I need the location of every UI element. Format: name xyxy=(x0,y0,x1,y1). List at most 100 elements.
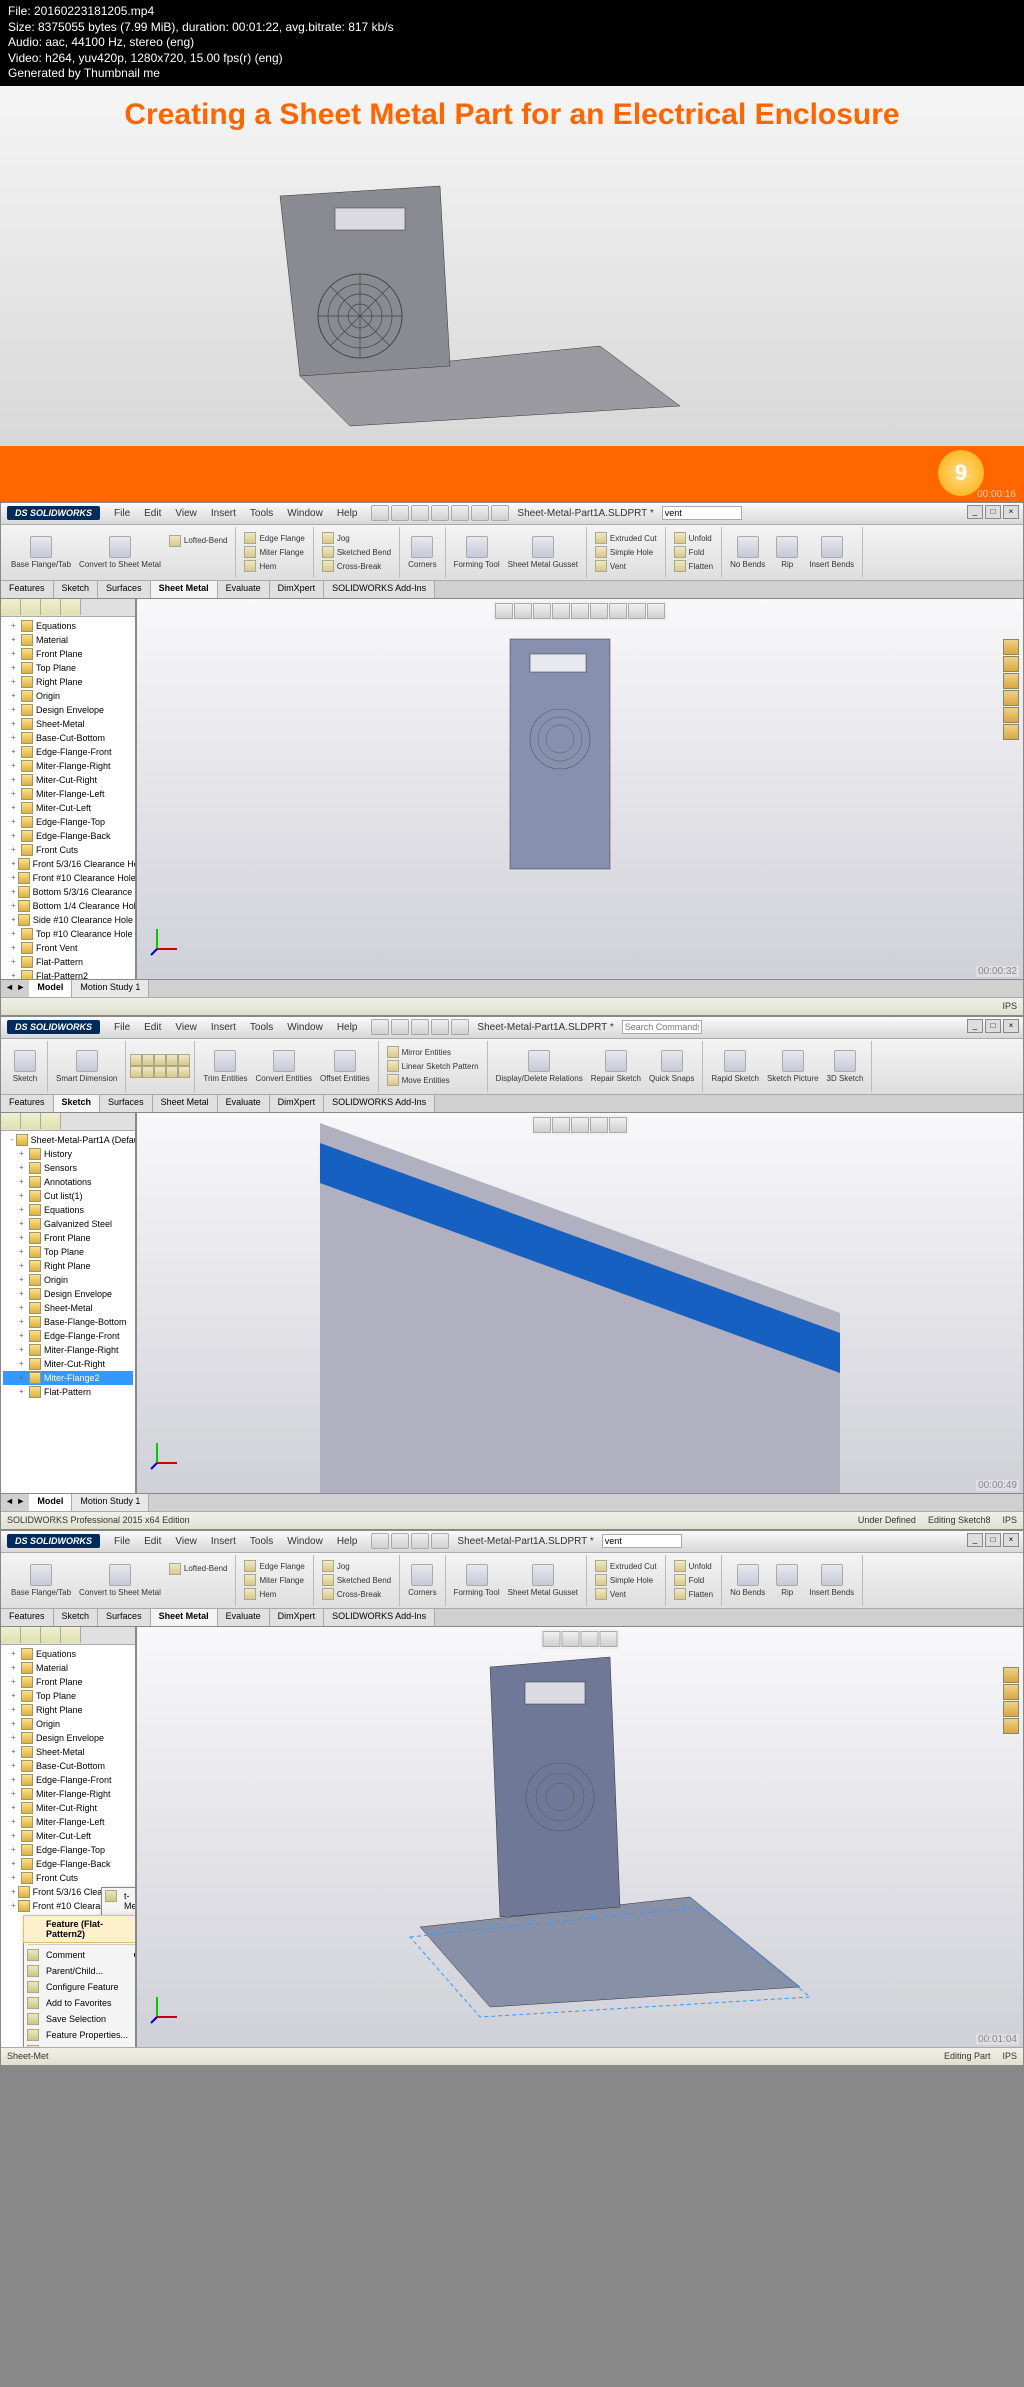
menu-help[interactable]: Help xyxy=(331,1020,364,1035)
hem-button[interactable]: Hem xyxy=(240,559,308,573)
vent-button[interactable]: Vent xyxy=(591,559,661,573)
base-flange-button[interactable]: Base Flange/Tab xyxy=(7,534,75,571)
scene-icon[interactable] xyxy=(647,603,665,619)
tree-item[interactable]: +Front Vent xyxy=(3,941,133,955)
convert-sheetmetal-button[interactable]: Convert to Sheet Metal xyxy=(75,1562,165,1599)
edge-flange-button[interactable]: Edge Flange xyxy=(240,531,308,545)
display-style-icon[interactable] xyxy=(590,1117,608,1133)
task-pane[interactable] xyxy=(1003,1667,1021,1734)
quick-snaps-button[interactable]: Quick Snaps xyxy=(645,1048,698,1085)
qat-rebuild-icon[interactable] xyxy=(471,505,489,521)
tree-tab-display-icon[interactable] xyxy=(61,599,81,615)
cmdtab-evaluate[interactable]: Evaluate xyxy=(218,1095,270,1112)
qat-new-icon[interactable] xyxy=(371,505,389,521)
menu-edit[interactable]: Edit xyxy=(138,1534,167,1549)
ctx-comment[interactable]: Comment▸ xyxy=(24,1947,137,1963)
tree-item[interactable]: +Top Plane xyxy=(3,1245,133,1259)
insert-bends-button[interactable]: Insert Bends xyxy=(805,534,858,571)
tree-item[interactable]: +Front 5/3/16 Clearance Hole xyxy=(3,857,133,871)
viewport-1[interactable]: 00:00:32 xyxy=(137,599,1023,979)
search-input[interactable] xyxy=(622,1020,702,1034)
base-flange-button[interactable]: Base Flange/Tab xyxy=(7,1562,75,1599)
tree-item[interactable]: +Miter-Flange-Right xyxy=(3,1787,133,1801)
fillet-icon[interactable] xyxy=(154,1066,166,1078)
tree-item[interactable]: +Miter-Flange-Right xyxy=(3,1343,133,1357)
sketch-button[interactable]: Sketch xyxy=(7,1048,43,1085)
minimize-button[interactable]: _ xyxy=(967,1533,983,1547)
qat-save-icon[interactable] xyxy=(411,1533,429,1549)
tree-item[interactable]: +Design Envelope xyxy=(3,703,133,717)
minimize-button[interactable]: _ xyxy=(967,1019,983,1033)
cmdtab-sketch[interactable]: Sketch xyxy=(54,1095,101,1112)
cmdtab-solidworks-add-ins[interactable]: SOLIDWORKS Add-Ins xyxy=(324,1609,435,1626)
qat-save-icon[interactable] xyxy=(411,1019,429,1035)
tree-item[interactable]: +Miter-Flange-Left xyxy=(3,1815,133,1829)
tree-item[interactable]: +Base-Cut-Bottom xyxy=(3,1759,133,1773)
feature-tree-3[interactable]: +Equations+Material +Front Plane+Top Pla… xyxy=(1,1627,137,2047)
main-menu[interactable]: FileEditViewInsertToolsWindowHelp xyxy=(108,1534,363,1549)
view-toolbar[interactable] xyxy=(531,1115,629,1135)
file-explorer-icon[interactable] xyxy=(1003,673,1019,689)
menu-file[interactable]: File xyxy=(108,1534,136,1549)
menu-view[interactable]: View xyxy=(169,1534,203,1549)
flatten-button[interactable]: Flatten xyxy=(670,1587,717,1601)
qat-print-icon[interactable] xyxy=(431,505,449,521)
main-menu[interactable]: FileEditViewInsertToolsWindowHelp xyxy=(108,1020,363,1035)
fold-button[interactable]: Fold xyxy=(670,545,717,559)
tree-item[interactable]: +Front Plane xyxy=(3,1231,133,1245)
extruded-cut-button[interactable]: Extruded Cut xyxy=(591,531,661,545)
cmdtab-surfaces[interactable]: Surfaces xyxy=(98,1609,151,1626)
convert-sheetmetal-button[interactable]: Convert to Sheet Metal xyxy=(75,534,165,571)
tree-item[interactable]: +Galvanized Steel xyxy=(3,1217,133,1231)
hem-button[interactable]: Hem xyxy=(240,1587,308,1601)
rip-button[interactable]: Rip xyxy=(769,534,805,571)
miter-flange-button[interactable]: Miter Flange xyxy=(240,1573,308,1587)
appearance-icon[interactable] xyxy=(628,603,646,619)
tree-tab-feature-icon[interactable] xyxy=(1,1627,21,1643)
main-menu[interactable]: FileEditViewInsertToolsWindowHelp xyxy=(108,506,363,521)
menu-tools[interactable]: Tools xyxy=(244,1020,279,1035)
menu-insert[interactable]: Insert xyxy=(205,1534,242,1549)
point-icon[interactable] xyxy=(178,1066,190,1078)
bottab-model[interactable]: Model xyxy=(29,1494,72,1511)
tree-item[interactable]: +Miter-Flange-Right xyxy=(3,759,133,773)
tree-item[interactable]: +Right Plane xyxy=(3,675,133,689)
tree-item[interactable]: +Edge-Flange-Back xyxy=(3,1857,133,1871)
tree-item[interactable]: +Front Plane xyxy=(3,647,133,661)
display-relations-button[interactable]: Display/Delete Relations xyxy=(492,1048,587,1085)
maximize-button[interactable]: □ xyxy=(985,1019,1001,1033)
tree-item[interactable]: +Front Cuts xyxy=(3,843,133,857)
qat-options-icon[interactable] xyxy=(451,1019,469,1035)
sheet-gusset-button[interactable]: Sheet Metal Gusset xyxy=(504,1562,582,1599)
task-pane[interactable] xyxy=(1003,639,1021,740)
mirror-button[interactable]: Mirror Entities xyxy=(383,1045,483,1059)
tree-tabs[interactable] xyxy=(1,599,135,617)
tree-tab-property-icon[interactable] xyxy=(21,599,41,615)
bottab-motion-study-1[interactable]: Motion Study 1 xyxy=(72,980,149,997)
bottab-motion-study-1[interactable]: Motion Study 1 xyxy=(72,1494,149,1511)
text-icon[interactable] xyxy=(166,1066,178,1078)
tree-item[interactable]: +Design Envelope xyxy=(3,1731,133,1745)
feature-tree-2[interactable]: -Sheet-Metal-Part1A (Default<+History+Se… xyxy=(1,1113,137,1493)
resources-icon[interactable] xyxy=(1003,639,1019,655)
tree-item[interactable]: +Top Plane xyxy=(3,661,133,675)
jog-button[interactable]: Jog xyxy=(318,1559,395,1573)
cmdtab-sheet-metal[interactable]: Sheet Metal xyxy=(153,1095,218,1112)
quick-access-toolbar[interactable] xyxy=(371,505,509,521)
ctx-change-transparency[interactable]: Change Transparency xyxy=(24,2043,137,2047)
qat-new-icon[interactable] xyxy=(371,1533,389,1549)
ctx-parent-child---[interactable]: Parent/Child... xyxy=(24,1963,137,1979)
cmdtab-dimxpert[interactable]: DimXpert xyxy=(270,1095,325,1112)
smart-dimension-button[interactable]: Smart Dimension xyxy=(52,1048,121,1085)
display-style-icon[interactable] xyxy=(590,603,608,619)
lofted-bend-button[interactable]: Lofted-Bend xyxy=(165,534,232,548)
menu-edit[interactable]: Edit xyxy=(138,506,167,521)
tree-tab-property-icon[interactable] xyxy=(21,1113,41,1129)
close-button[interactable]: × xyxy=(1003,1533,1019,1547)
rect-icon[interactable] xyxy=(142,1054,154,1066)
view-toolbar[interactable] xyxy=(541,1629,620,1649)
cmdtab-dimxpert[interactable]: DimXpert xyxy=(270,1609,325,1626)
tree-item[interactable]: +Equations xyxy=(3,1203,133,1217)
tree-item[interactable]: +Miter-Cut-Left xyxy=(3,1829,133,1843)
tree-item[interactable]: +Top Plane xyxy=(3,1689,133,1703)
